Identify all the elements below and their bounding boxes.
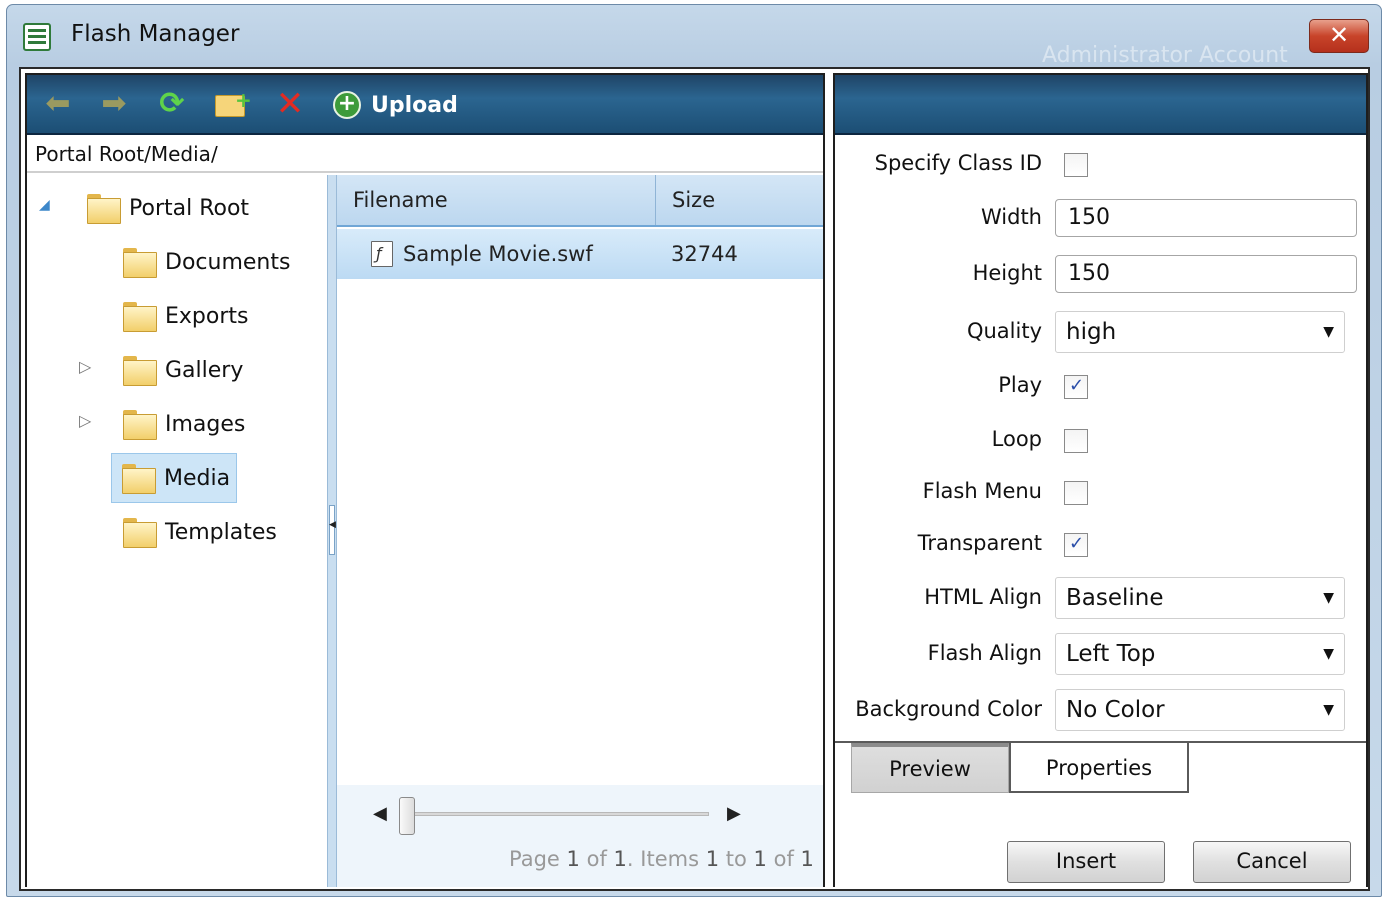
background-color-select[interactable]: No Color ▼ <box>1055 689 1345 731</box>
arrow-back-icon[interactable]: ⬅ <box>41 87 75 121</box>
tab-strip: Preview Properties <box>835 741 1366 793</box>
folder-tree: ◢ Portal Root Documents Exports ▷ Galler… <box>27 175 327 887</box>
folder-icon <box>123 248 157 278</box>
transparent-checkbox[interactable] <box>1064 533 1088 557</box>
chevron-left-icon[interactable]: ◀ <box>373 803 387 824</box>
new-folder-icon[interactable]: + <box>213 87 252 121</box>
flash-file-icon <box>371 241 393 267</box>
table-row[interactable]: Sample Movie.swf 32744 <box>337 229 823 279</box>
column-header-filename[interactable]: Filename <box>337 175 448 225</box>
height-label: Height <box>972 261 1042 285</box>
account-watermark: Administrator Account <box>1042 43 1288 68</box>
quality-select[interactable]: high ▼ <box>1055 311 1345 353</box>
properties-toolbar <box>835 75 1366 135</box>
play-label: Play <box>998 373 1042 397</box>
plus-circle-icon: + <box>333 91 361 119</box>
tree-item-exports[interactable]: Exports <box>123 291 248 341</box>
cancel-button[interactable]: Cancel <box>1193 841 1351 883</box>
play-checkbox[interactable] <box>1064 375 1088 399</box>
folder-icon <box>123 356 157 386</box>
upload-label: Upload <box>371 92 458 118</box>
specify-class-id-label: Specify Class ID <box>874 151 1042 175</box>
chevron-right-icon[interactable]: ▶ <box>727 803 741 824</box>
tree-item-label: Exports <box>165 303 249 329</box>
html-align-value: Baseline <box>1066 585 1164 611</box>
flash-align-label: Flash Align <box>927 641 1042 665</box>
expand-right-icon[interactable]: ▷ <box>79 357 91 376</box>
expand-down-icon[interactable]: ◢ <box>39 197 50 213</box>
chevron-down-icon: ▼ <box>1323 590 1334 606</box>
flash-align-select[interactable]: Left Top ▼ <box>1055 633 1345 675</box>
arrow-forward-icon[interactable]: ➡ <box>97 87 131 121</box>
flash-menu-label: Flash Menu <box>922 479 1042 503</box>
chevron-down-icon: ▼ <box>1323 646 1334 662</box>
folder-icon <box>87 194 121 224</box>
html-align-select[interactable]: Baseline ▼ <box>1055 577 1345 619</box>
filename-cell: Sample Movie.swf <box>403 242 593 266</box>
tree-item-documents[interactable]: Documents <box>123 237 290 287</box>
title-bar[interactable]: Flash Manager Administrator Account ✕ <box>7 5 1381 68</box>
properties-pane: Specify Class ID Width 150 Height 150 Qu… <box>833 73 1368 887</box>
grid-header: Filename Size <box>337 175 823 227</box>
tree-item-portal-root[interactable]: ◢ Portal Root <box>35 183 249 233</box>
upload-button[interactable]: + Upload <box>333 89 458 121</box>
background-color-label: Background Color <box>855 697 1042 721</box>
file-grid: Filename Size Sample Movie.swf 32744 ◀ ▶… <box>337 175 823 887</box>
refresh-icon[interactable]: ⟳ <box>155 87 189 121</box>
grid-pager: ◀ ▶ Page 1 of 1. Items 1 to 1 of 1 <box>337 785 823 887</box>
tree-item-label: Gallery <box>165 357 244 383</box>
html-align-label: HTML Align <box>924 585 1042 609</box>
breadcrumb: Portal Root/Media/ <box>27 137 823 173</box>
file-browser-pane: ⬅ ➡ ⟳ + ✕ + Upload Portal Root/Media/ ◢ … <box>25 73 825 887</box>
loop-label: Loop <box>991 427 1042 451</box>
expand-right-icon[interactable]: ▷ <box>79 411 91 430</box>
close-button[interactable]: ✕ <box>1309 19 1369 53</box>
close-icon: ✕ <box>1328 21 1350 49</box>
transparent-label: Transparent <box>917 531 1042 555</box>
tree-item-images[interactable]: ▷ Images <box>79 399 246 449</box>
page-slider-track[interactable] <box>407 812 709 816</box>
tree-item-label: Images <box>165 411 246 437</box>
tree-item-label: Documents <box>165 249 291 275</box>
tree-item-label: Media <box>164 465 231 491</box>
tree-item-label: Portal Root <box>129 195 250 221</box>
pager-info: Page 1 of 1. Items 1 to 1 of 1 <box>509 847 814 871</box>
collapse-handle[interactable] <box>329 505 336 555</box>
tree-item-media[interactable]: Media <box>111 453 238 503</box>
flash-align-value: Left Top <box>1066 641 1156 667</box>
chevron-down-icon: ▼ <box>1323 324 1334 340</box>
page-slider-thumb[interactable] <box>399 797 415 835</box>
size-cell: 32744 <box>671 242 738 266</box>
tab-properties[interactable]: Properties <box>1009 743 1189 793</box>
tree-item-templates[interactable]: Templates <box>123 507 277 557</box>
quality-label: Quality <box>966 319 1042 343</box>
dialog-client: ⬅ ➡ ⟳ + ✕ + Upload Portal Root/Media/ ◢ … <box>19 67 1370 891</box>
tree-item-gallery[interactable]: ▷ Gallery <box>79 345 244 395</box>
flash-menu-checkbox[interactable] <box>1064 481 1088 505</box>
quality-value: high <box>1066 319 1117 345</box>
folder-icon <box>122 464 156 494</box>
folder-icon <box>123 518 157 548</box>
app-icon <box>23 23 51 51</box>
height-field[interactable]: 150 <box>1055 255 1357 293</box>
width-field[interactable]: 150 <box>1055 199 1357 237</box>
pane-splitter[interactable] <box>327 175 337 887</box>
folder-icon <box>123 302 157 332</box>
window-title: Flash Manager <box>71 21 240 47</box>
specify-class-id-checkbox[interactable] <box>1064 153 1088 177</box>
chevron-down-icon: ▼ <box>1323 702 1334 718</box>
width-label: Width <box>980 205 1042 229</box>
column-header-size[interactable]: Size <box>655 175 715 225</box>
delete-icon[interactable]: ✕ <box>273 87 307 121</box>
flash-manager-window: Flash Manager Administrator Account ✕ ⬅ … <box>6 4 1382 897</box>
tree-item-label: Templates <box>165 519 277 545</box>
tab-preview[interactable]: Preview <box>851 743 1009 793</box>
file-toolbar: ⬅ ➡ ⟳ + ✕ + Upload <box>27 75 823 135</box>
folder-icon <box>123 410 157 440</box>
background-color-value: No Color <box>1066 697 1165 723</box>
loop-checkbox[interactable] <box>1064 429 1088 453</box>
insert-button[interactable]: Insert <box>1007 841 1165 883</box>
